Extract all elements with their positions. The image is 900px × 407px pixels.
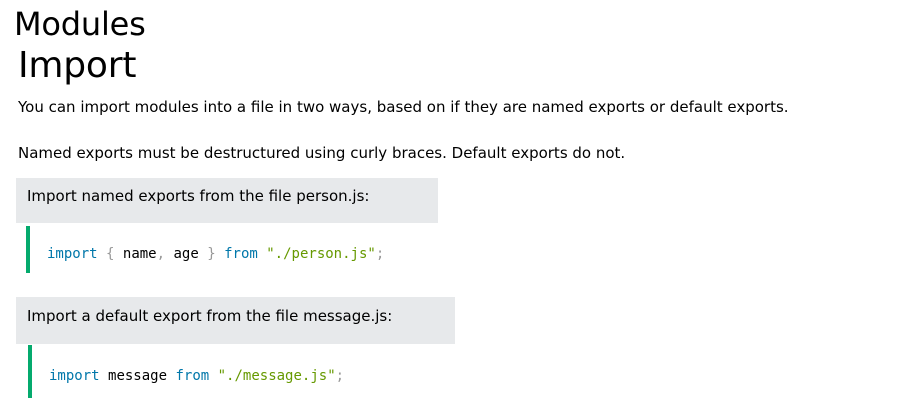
code-identifier: message [108, 368, 168, 384]
code-identifier: name [122, 246, 157, 262]
code-string: "./message.js" [217, 368, 336, 384]
code-identifier: age [173, 246, 199, 262]
code-punctuation: } [207, 246, 216, 262]
code-keyword: from [175, 368, 210, 384]
code-string: "./person.js" [266, 246, 376, 262]
code-keyword: from [224, 246, 258, 262]
page-title: Modules [14, 5, 146, 43]
code-keyword: import [49, 368, 100, 384]
named-exports-paragraph: Named exports must be destructured using… [18, 144, 626, 162]
section-heading: Import [18, 45, 137, 86]
code-punctuation: , [156, 246, 166, 262]
code-punctuation: { [106, 246, 115, 262]
intro-paragraph: You can import modules into a file in tw… [18, 98, 789, 116]
code-punctuation: ; [375, 246, 385, 262]
code-punctuation: ; [335, 368, 345, 384]
code-block-named-import: import { name, age } from "./person.js"; [26, 226, 446, 273]
example-caption-named: Import named exports from the file perso… [16, 178, 438, 223]
code-keyword: import [47, 246, 98, 262]
code-block-default-import: import message from "./message.js"; [28, 345, 448, 398]
example-caption-default: Import a default export from the file me… [16, 297, 455, 344]
